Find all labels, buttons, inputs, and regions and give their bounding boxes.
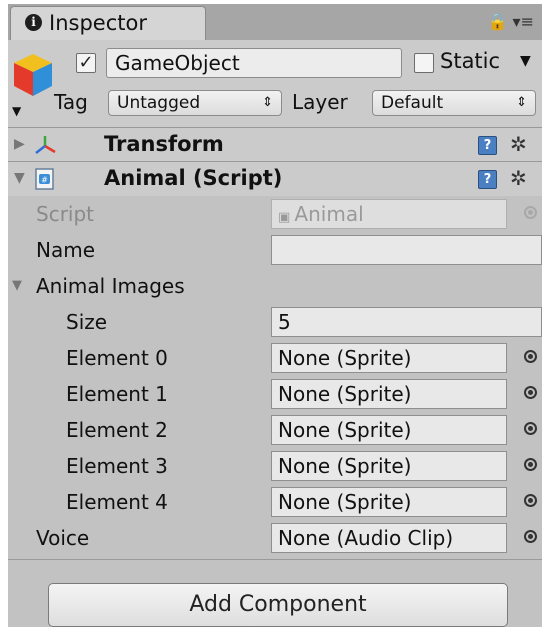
lock-menu-icon[interactable]: 🔒 ▾≡ bbox=[488, 12, 534, 31]
gameobject-cube-icon bbox=[14, 54, 52, 96]
layer-label: Layer bbox=[292, 90, 348, 114]
csharp-script-icon: # bbox=[35, 168, 54, 190]
svg-text:#: # bbox=[41, 176, 48, 185]
audio-clip-field[interactable]: None (Audio Clip) bbox=[271, 523, 507, 553]
static-dropdown-icon[interactable]: ▼ bbox=[520, 53, 531, 69]
icon-picker-arrow-icon[interactable]: ▼ bbox=[12, 104, 21, 118]
object-picker-icon[interactable] bbox=[524, 350, 537, 363]
help-icon[interactable]: ? bbox=[478, 170, 497, 189]
active-checkbox[interactable]: ✓ bbox=[76, 53, 96, 73]
size-label: Size bbox=[66, 310, 108, 334]
element-row: Element 1 None (Sprite) bbox=[8, 376, 542, 412]
script-file-icon: ▣ bbox=[278, 210, 295, 225]
tag-value: Untagged bbox=[117, 93, 201, 113]
element-row: Element 3 None (Sprite) bbox=[8, 448, 542, 484]
script-property-row: Script ▣ Animal bbox=[8, 196, 542, 232]
tag-dropdown[interactable]: Untagged ⇕ bbox=[108, 90, 282, 116]
element-label: Element 4 bbox=[66, 490, 168, 514]
animal-images-foldout[interactable]: ▼ Animal Images bbox=[8, 268, 542, 304]
sprite-field[interactable]: None (Sprite) bbox=[271, 415, 507, 445]
voice-label: Voice bbox=[36, 526, 90, 550]
transform-component-header[interactable]: ▶ Transform ? ✲ bbox=[8, 128, 542, 162]
add-component-button[interactable]: Add Component bbox=[48, 583, 508, 627]
element-row: Element 2 None (Sprite) bbox=[8, 412, 542, 448]
object-picker-icon[interactable] bbox=[524, 386, 537, 399]
tab-inspector[interactable]: i Inspector bbox=[10, 6, 206, 40]
sprite-field[interactable]: None (Sprite) bbox=[271, 379, 507, 409]
info-icon: i bbox=[25, 14, 42, 31]
script-component-title: Animal (Script) bbox=[104, 166, 283, 190]
element-row: Element 0 None (Sprite) bbox=[8, 340, 542, 376]
object-picker-icon bbox=[524, 206, 537, 219]
script-field: ▣ Animal bbox=[271, 199, 507, 229]
foldout-arrow-icon[interactable]: ▼ bbox=[12, 278, 22, 293]
size-property-row: Size 5 bbox=[8, 304, 542, 340]
object-picker-icon[interactable] bbox=[524, 458, 537, 471]
element-label: Element 1 bbox=[66, 382, 168, 406]
fold-arrow-icon[interactable]: ▼ bbox=[14, 170, 25, 186]
layer-dropdown-arrow-icon: ⇕ bbox=[516, 95, 527, 110]
script-label: Script bbox=[36, 202, 95, 226]
object-picker-icon[interactable] bbox=[524, 530, 537, 543]
voice-property-row: Voice None (Audio Clip) bbox=[8, 520, 542, 556]
transform-title: Transform bbox=[104, 132, 224, 156]
object-name-field[interactable]: GameObject bbox=[106, 48, 402, 78]
divider bbox=[8, 559, 542, 560]
element-label: Element 2 bbox=[66, 418, 168, 442]
animal-images-label: Animal Images bbox=[36, 274, 185, 298]
gear-icon[interactable]: ✲ bbox=[510, 166, 527, 190]
name-label: Name bbox=[36, 238, 96, 262]
tag-dropdown-arrow-icon: ⇕ bbox=[262, 95, 273, 110]
size-input[interactable]: 5 bbox=[271, 307, 542, 337]
sprite-field[interactable]: None (Sprite) bbox=[271, 343, 507, 373]
object-picker-icon[interactable] bbox=[524, 494, 537, 507]
static-checkbox[interactable] bbox=[414, 53, 434, 73]
script-value: Animal bbox=[294, 202, 364, 226]
element-label: Element 3 bbox=[66, 454, 168, 478]
gear-icon[interactable]: ✲ bbox=[510, 132, 527, 156]
transform-axes-icon bbox=[35, 136, 56, 154]
object-picker-icon[interactable] bbox=[524, 422, 537, 435]
tag-label: Tag bbox=[54, 90, 88, 114]
element-row: Element 4 None (Sprite) bbox=[8, 484, 542, 520]
element-label: Element 0 bbox=[66, 346, 168, 370]
fold-arrow-icon[interactable]: ▶ bbox=[14, 136, 25, 152]
layer-value: Default bbox=[381, 93, 444, 113]
sprite-field[interactable]: None (Sprite) bbox=[271, 451, 507, 481]
tab-label: Inspector bbox=[49, 11, 147, 35]
static-label: Static bbox=[440, 49, 501, 73]
gameobject-header: ▼ ✓ GameObject Static ▼ Tag Untagged ⇕ L… bbox=[8, 40, 542, 128]
script-component-header[interactable]: ▼ # Animal (Script) ? ✲ bbox=[8, 162, 542, 196]
name-input[interactable] bbox=[271, 235, 542, 265]
tab-bar: i Inspector 🔒 ▾≡ bbox=[8, 4, 542, 40]
inspector-panel: i Inspector 🔒 ▾≡ ▼ ✓ GameObject Static ▼… bbox=[8, 4, 542, 627]
help-icon[interactable]: ? bbox=[478, 136, 497, 155]
layer-dropdown[interactable]: Default ⇕ bbox=[372, 90, 536, 116]
name-property-row: Name bbox=[8, 232, 542, 268]
sprite-field[interactable]: None (Sprite) bbox=[271, 487, 507, 517]
